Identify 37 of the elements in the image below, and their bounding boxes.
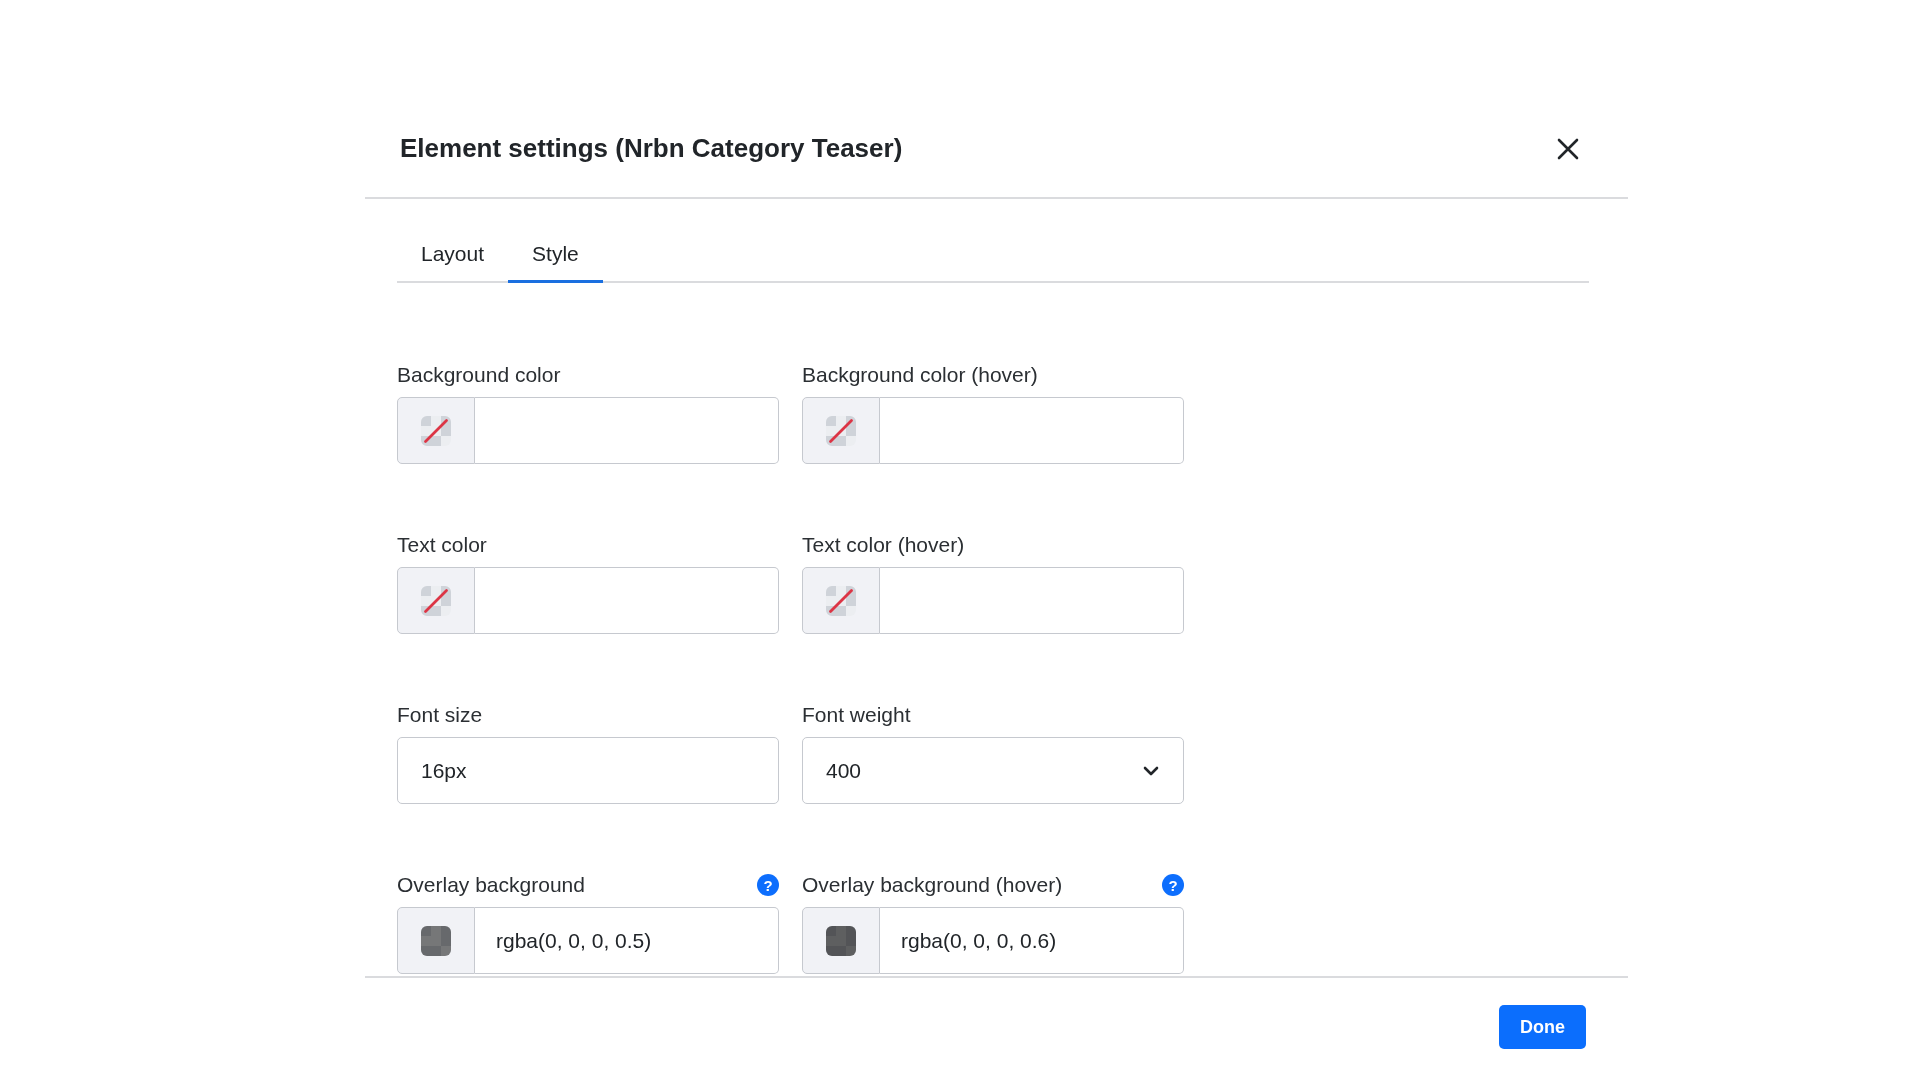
field-label: Font size <box>397 703 483 727</box>
color-swatch-button[interactable] <box>802 567 880 634</box>
color-swatch-button[interactable] <box>802 907 880 974</box>
no-color-icon <box>421 415 451 446</box>
color-swatch-button[interactable] <box>802 397 880 464</box>
close-button[interactable] <box>1557 137 1579 160</box>
chevron-down-icon <box>1143 765 1159 776</box>
color-value-field[interactable] <box>475 567 779 634</box>
color-swatch-icon <box>826 925 856 956</box>
text-field[interactable]: 16px <box>397 737 779 804</box>
color-value-field[interactable]: rgba(0, 0, 0, 0.5) <box>475 907 779 974</box>
color-value-field[interactable] <box>475 397 779 464</box>
close-icon <box>1557 137 1579 160</box>
dropdown[interactable]: 400 <box>802 737 1184 804</box>
color-value-field[interactable] <box>880 567 1184 634</box>
no-color-icon <box>826 415 856 446</box>
field-label: Font weight <box>802 703 911 727</box>
done-button[interactable]: Done <box>1499 1005 1586 1049</box>
field-label: Overlay background <box>397 873 585 897</box>
help-icon[interactable]: ? <box>1162 874 1184 896</box>
tab[interactable]: Layout <box>397 228 509 283</box>
tab[interactable]: Style <box>508 228 603 283</box>
color-swatch-button[interactable] <box>397 907 475 974</box>
no-color-icon <box>826 585 856 616</box>
field-label: Background color <box>397 363 561 387</box>
color-swatch-icon <box>421 925 451 956</box>
field-label: Background color (hover) <box>802 363 1038 387</box>
dialog-title: Element settings (Nrbn Category Teaser) <box>400 133 903 164</box>
help-icon[interactable]: ? <box>757 874 779 896</box>
field-label: Overlay background (hover) <box>802 873 1063 897</box>
color-swatch-button[interactable] <box>397 567 475 634</box>
field-label: Text color <box>397 533 487 557</box>
no-color-icon <box>421 585 451 616</box>
color-value-field[interactable]: rgba(0, 0, 0, 0.6) <box>880 907 1184 974</box>
field-label: Text color (hover) <box>802 533 965 557</box>
color-value-field[interactable] <box>880 397 1184 464</box>
color-swatch-button[interactable] <box>397 397 475 464</box>
